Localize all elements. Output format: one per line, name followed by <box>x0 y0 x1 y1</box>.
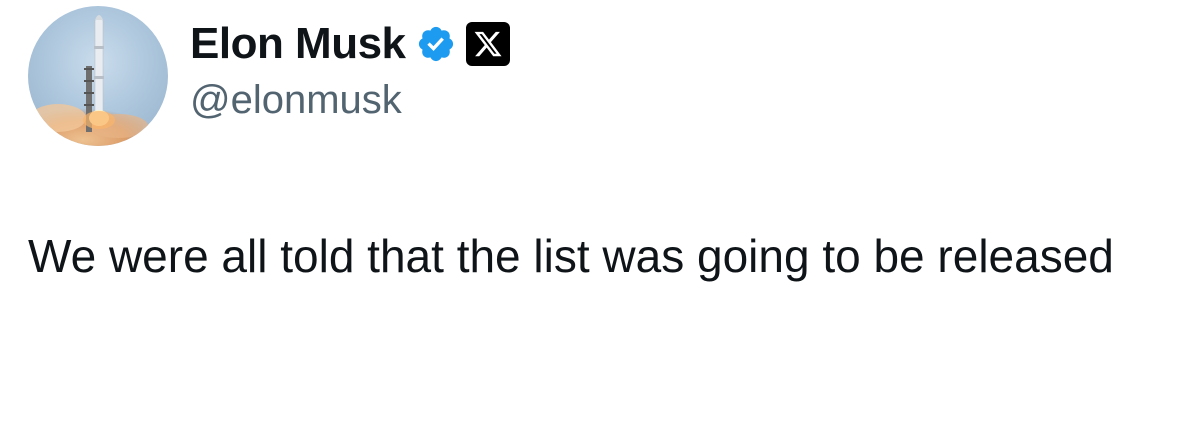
author-name-row: Elon Musk <box>190 14 510 74</box>
tweet-card: Elon Musk @elonmusk We were all told tha… <box>0 0 1200 443</box>
avatar[interactable] <box>28 6 168 146</box>
verified-badge-icon <box>418 26 453 62</box>
rocket-launch-icon <box>28 15 148 146</box>
display-name[interactable]: Elon Musk <box>190 19 406 69</box>
x-logo-icon <box>465 22 510 66</box>
author-handle[interactable]: @elonmusk <box>190 78 402 123</box>
tweet-text: We were all told that the list was going… <box>28 230 1114 282</box>
